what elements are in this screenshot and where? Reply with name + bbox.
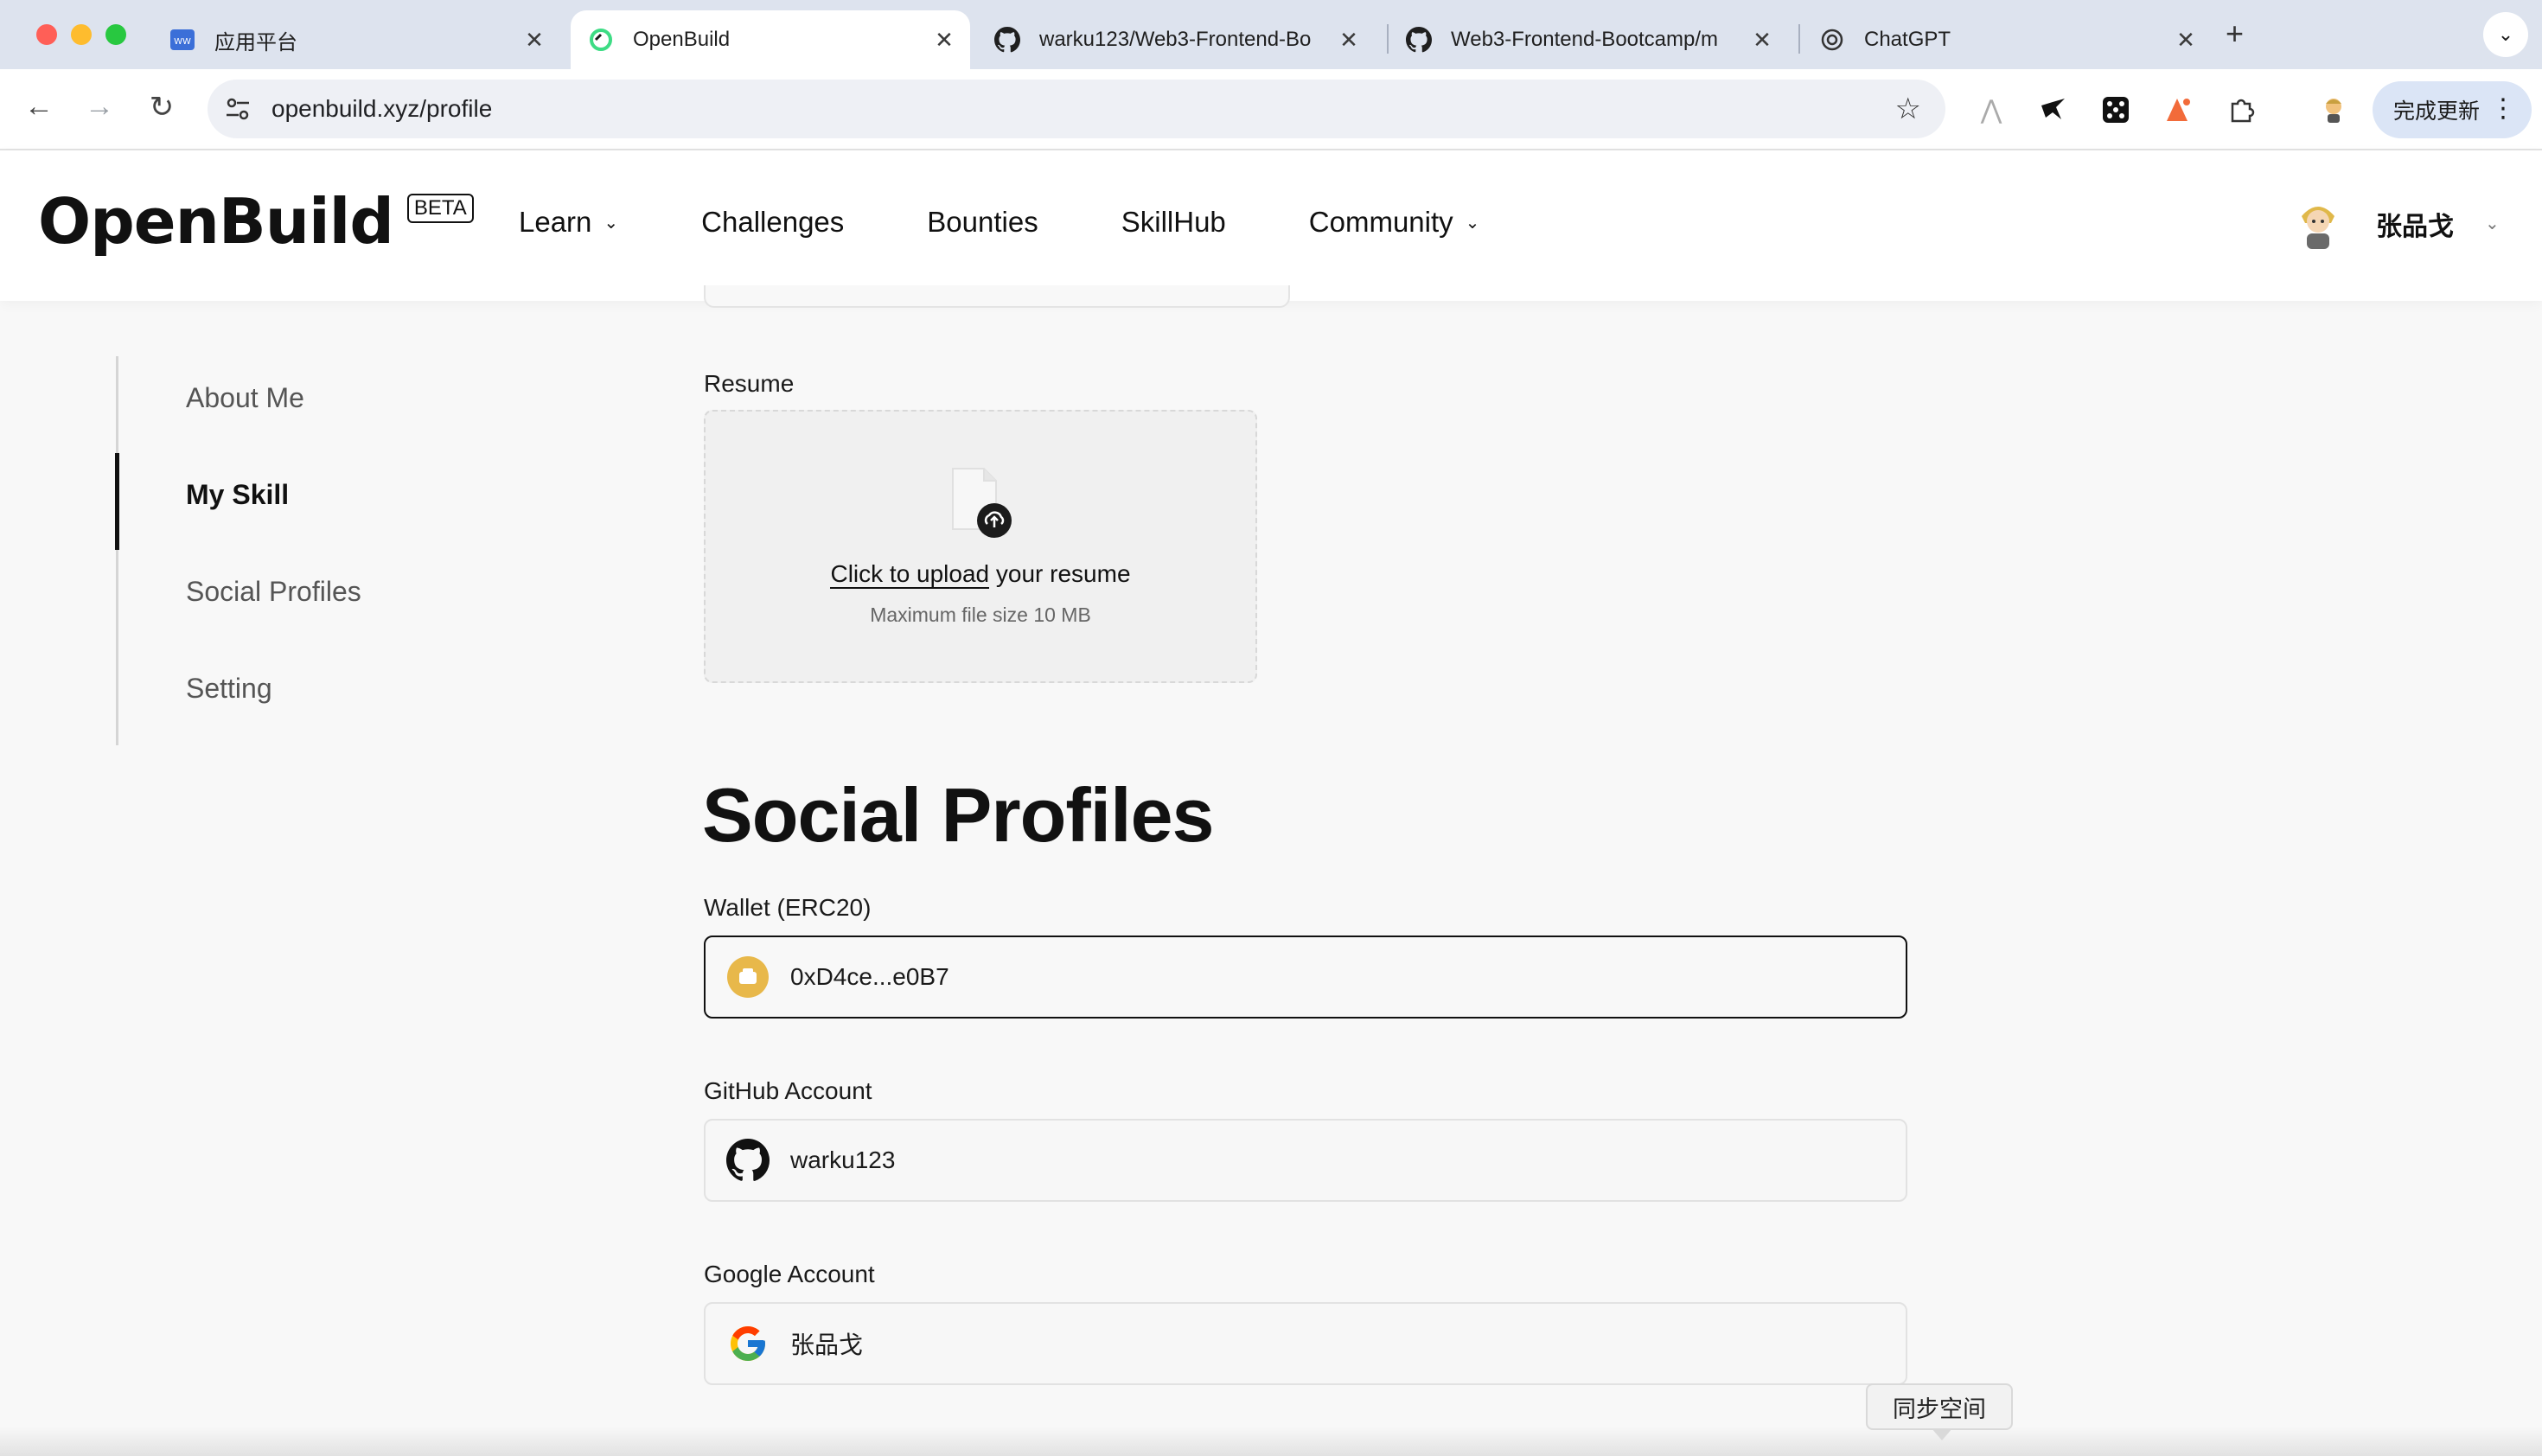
nav-bounties[interactable]: Bounties [927, 206, 1038, 239]
tab-title: warku123/Web3-Frontend-Bo [1039, 28, 1312, 51]
tab-close-icon[interactable]: ✕ [929, 27, 960, 54]
extension-translate-icon[interactable] [2162, 93, 2194, 126]
profile-sidebar: About Me My Skill Social Profiles Settin… [115, 356, 548, 745]
resume-upload-dropzone[interactable]: Click to upload your resume Maximum file… [704, 410, 1257, 683]
browser-tab-strip: WW 应用平台 ✕ OpenBuild ✕ warku123/Web3-Fron… [0, 0, 2542, 69]
upload-cta[interactable]: Click to upload your resume [706, 560, 1255, 589]
nav-community-label: Community [1308, 206, 1453, 238]
tab-close-icon[interactable]: ✕ [1333, 27, 1364, 54]
more-vertical-icon[interactable]: ⋮ [2490, 93, 2516, 124]
bottom-shadow [0, 1427, 2542, 1456]
svg-text:WW: WW [174, 37, 191, 47]
reload-icon[interactable]: ↻ [142, 90, 182, 125]
sidebar-item-social-profiles[interactable]: Social Profiles [186, 576, 361, 608]
back-arrow-icon[interactable]: ← [19, 90, 59, 124]
extension-arc-icon[interactable]: ⋀ [1975, 93, 2008, 126]
chevron-down-icon: ⌄ [604, 213, 619, 233]
browser-tab-github-repo[interactable]: warku123/Web3-Frontend-Bo ✕ [977, 10, 1375, 69]
chatgpt-icon [1819, 27, 1845, 53]
nav-challenges-label: Challenges [701, 206, 845, 238]
openbuild-logo[interactable]: OpenBuild BETA [38, 185, 474, 258]
tab-close-icon[interactable]: ✕ [519, 27, 550, 54]
user-menu[interactable]: 张品戈 ⌄ [2295, 197, 2500, 251]
google-label: Google Account [704, 1261, 875, 1287]
new-tab-button[interactable]: + [2226, 16, 2244, 52]
wallet-field[interactable]: 0xD4ce...e0B7 [704, 936, 1907, 1019]
nav-challenges[interactable]: Challenges [701, 206, 844, 239]
github-icon [994, 27, 1020, 53]
upload-link[interactable]: Click to upload [830, 560, 990, 589]
beta-badge: BETA [406, 194, 474, 223]
tab-title: OpenBuild [633, 28, 731, 51]
nav-bounties-label: Bounties [927, 206, 1038, 238]
resume-label: Resume [704, 370, 795, 397]
url-text: openbuild.xyz/profile [271, 95, 493, 122]
active-indicator [115, 453, 119, 550]
app-platform-icon: WW [169, 27, 195, 53]
google-account-name: 张品戈 [790, 1331, 864, 1358]
logo-wordmark: OpenBuild [38, 185, 394, 258]
nav-learn-label: Learn [519, 206, 592, 238]
site-header: OpenBuild BETA Learn ⌄ Challenges Bounti… [0, 150, 2542, 301]
tab-search-chevron-icon[interactable]: ⌄ [2483, 12, 2528, 57]
social-profiles-heading: Social Profiles [702, 772, 1214, 858]
wallet-icon [726, 955, 770, 999]
wallet-address: 0xD4ce...e0B7 [790, 963, 949, 990]
previous-field-edge [704, 285, 1290, 308]
tab-close-icon[interactable]: ✕ [1747, 27, 1778, 54]
address-bar[interactable]: openbuild.xyz/profile ☆ [208, 80, 1945, 138]
main-nav: Learn ⌄ Challenges Bounties SkillHub Com… [519, 206, 1562, 239]
openbuild-icon [588, 27, 614, 53]
nav-community[interactable]: Community ⌄ [1309, 206, 1480, 239]
browser-tab-github-bootcamp[interactable]: Web3-Frontend-Bootcamp/m ✕ [1389, 10, 1788, 69]
sidebar-item-my-skill[interactable]: My Skill [186, 479, 289, 511]
window-zoom-button[interactable] [105, 24, 126, 45]
tab-title: ChatGPT [1864, 28, 1951, 51]
sidebar-item-about-me[interactable]: About Me [186, 382, 304, 414]
bookmark-star-icon[interactable]: ☆ [1895, 92, 1921, 126]
user-name: 张品戈 [2376, 213, 2454, 241]
chevron-down-icon: ⌄ [2485, 214, 2500, 233]
tab-title: 应用平台 [214, 30, 297, 54]
nav-learn[interactable]: Learn ⌄ [519, 206, 618, 239]
avatar [2302, 207, 2334, 249]
browser-toolbar: ← → ↻ openbuild.xyz/profile ☆ [0, 69, 2542, 150]
extension-bird-icon[interactable] [2037, 93, 2070, 126]
tab-close-icon[interactable]: ✕ [2170, 27, 2201, 54]
browser-tab-chatgpt[interactable]: ChatGPT ✕ [1802, 10, 2212, 69]
tab-separator [1798, 24, 1800, 54]
nav-skillhub-label: SkillHub [1121, 206, 1226, 238]
update-button[interactable]: 完成更新 ⋮ [2373, 81, 2532, 138]
wallet-label: Wallet (ERC20) [704, 894, 872, 921]
github-username: warku123 [790, 1146, 896, 1173]
github-icon [726, 1139, 770, 1182]
tab-title: Web3-Frontend-Bootcamp/m [1451, 28, 1719, 51]
extensions-puzzle-icon[interactable] [2226, 93, 2258, 126]
chevron-down-icon: ⌄ [1465, 213, 1480, 233]
browser-tab-app-platform[interactable]: WW 应用平台 ✕ [152, 10, 560, 69]
sidebar-item-setting[interactable]: Setting [186, 673, 272, 705]
google-field[interactable]: 张品戈 [704, 1302, 1907, 1385]
github-icon [1406, 27, 1432, 53]
upload-hint: Maximum file size 10 MB [870, 603, 1091, 626]
browser-tab-openbuild[interactable]: OpenBuild ✕ [571, 10, 970, 69]
window-minimize-button[interactable] [71, 24, 92, 45]
update-button-label: 完成更新 [2393, 99, 2481, 124]
nav-skillhub[interactable]: SkillHub [1121, 206, 1226, 239]
extension-dice-icon[interactable] [2099, 93, 2132, 126]
sync-space-tooltip: 同步空间 [1866, 1383, 2013, 1440]
profile-avatar-icon[interactable] [2317, 93, 2350, 126]
google-icon [726, 1322, 770, 1365]
forward-arrow-icon[interactable]: → [80, 90, 119, 124]
github-field[interactable]: warku123 [704, 1119, 1907, 1202]
upload-cta-rest: your resume [989, 560, 1131, 587]
file-upload-icon [952, 468, 1012, 538]
github-label: GitHub Account [704, 1077, 872, 1104]
window-close-button[interactable] [36, 24, 57, 45]
site-info-icon[interactable] [223, 94, 252, 124]
